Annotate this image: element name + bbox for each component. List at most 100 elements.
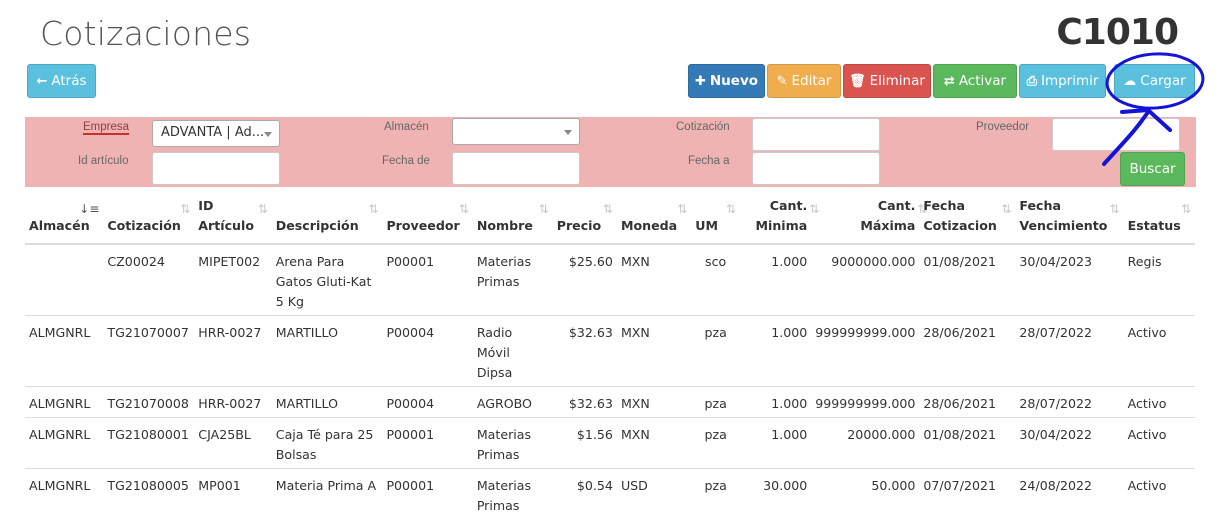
cell-estatus: Activo bbox=[1124, 469, 1195, 519]
col-proveedor[interactable]: Proveedor⇅ bbox=[382, 196, 472, 244]
sort-asc-icon: ↓≡ bbox=[79, 199, 99, 219]
cell-estatus: Activo bbox=[1124, 387, 1195, 418]
col-cotizacion[interactable]: Cotización⇅ bbox=[103, 196, 194, 244]
col-fecha-cotizacion-label-2: Cotizacion bbox=[923, 218, 996, 233]
proveedor-label: Proveedor bbox=[976, 121, 1029, 133]
table-row[interactable]: ALMGNRLTG21070008HRR-0027MARTILLOP00004A… bbox=[25, 387, 1195, 418]
cell-min: 1.000 bbox=[740, 418, 811, 469]
cell-um: pza bbox=[691, 316, 740, 387]
new-button[interactable]: ✚ Nuevo bbox=[688, 64, 765, 98]
col-moneda[interactable]: Moneda⇅ bbox=[617, 196, 691, 244]
plus-icon: ✚ bbox=[695, 74, 706, 89]
pencil-icon: ✎ bbox=[777, 74, 788, 89]
col-precio[interactable]: Precio⇅ bbox=[553, 196, 617, 244]
cloud-upload-icon: ☁ bbox=[1123, 74, 1136, 89]
cell-moneda: MXN bbox=[617, 418, 691, 469]
almacen-select[interactable] bbox=[452, 118, 580, 145]
cell-um: pza bbox=[691, 418, 740, 469]
activate-button[interactable]: ⇄ Activar bbox=[933, 64, 1017, 98]
table-row[interactable]: CZ00024MIPET002Arena Para Gatos Gluti-Ka… bbox=[25, 244, 1195, 316]
cell-estatus: Activo bbox=[1124, 316, 1195, 387]
table-row[interactable]: ALMGNRLTG21070007HRR-0027MARTILLOP00004R… bbox=[25, 316, 1195, 387]
fecha-a-input[interactable] bbox=[752, 152, 880, 185]
cell-almacen: ALMGNRL bbox=[25, 316, 103, 387]
cell-cotizacion: TG21070007 bbox=[103, 316, 194, 387]
cell-moneda: MXN bbox=[617, 387, 691, 418]
cell-precio: $32.63 bbox=[553, 387, 617, 418]
cell-precio: $25.60 bbox=[553, 244, 617, 316]
cell-um: pza bbox=[691, 469, 740, 519]
proveedor-input[interactable] bbox=[1052, 118, 1180, 151]
print-button[interactable]: ⎙ Imprimir bbox=[1019, 64, 1106, 98]
cell-proveedor: P00004 bbox=[382, 316, 472, 387]
cell-fecha-cot: 01/08/2021 bbox=[919, 418, 1015, 469]
arrow-left-icon: ← bbox=[36, 74, 47, 89]
sort-icon: ⇅ bbox=[677, 199, 687, 219]
cell-nombre: AGROBO bbox=[473, 387, 553, 418]
delete-button[interactable]: 🗑 Eliminar bbox=[843, 64, 931, 98]
col-estatus[interactable]: Estatus⇅ bbox=[1124, 196, 1195, 244]
back-button[interactable]: ← Atrás bbox=[27, 64, 96, 98]
col-cant-maxima[interactable]: Cant.Máxima⇅ bbox=[811, 196, 919, 244]
table-row[interactable]: ALMGNRLTG21080005MP001Materia Prima AP00… bbox=[25, 469, 1195, 519]
fecha-a-label: Fecha a bbox=[688, 155, 730, 167]
col-almacen-label: Almacén bbox=[29, 218, 90, 233]
col-nombre-label: Nombre bbox=[477, 218, 533, 233]
sort-icon: ⇅ bbox=[1001, 199, 1011, 219]
col-id-articulo[interactable]: IDArtículo⇅ bbox=[194, 196, 271, 244]
cell-fecha-venc: 30/04/2023 bbox=[1015, 244, 1123, 316]
col-fecha-cotizacion-label-1: Fecha bbox=[923, 198, 965, 213]
fecha-de-input[interactable] bbox=[452, 152, 580, 185]
cell-min: 1.000 bbox=[740, 244, 811, 316]
cell-descripcion: Materia Prima A bbox=[272, 469, 383, 519]
cell-fecha-venc: 28/07/2022 bbox=[1015, 387, 1123, 418]
empresa-select[interactable]: ADVANTA | Ad... bbox=[152, 120, 280, 147]
col-precio-label: Precio bbox=[557, 218, 601, 233]
col-nombre[interactable]: Nombre⇅ bbox=[473, 196, 553, 244]
document-code: C1010 bbox=[1056, 12, 1178, 53]
chevron-down-icon bbox=[564, 130, 572, 135]
col-um[interactable]: UM⇅ bbox=[691, 196, 740, 244]
cell-proveedor: P00001 bbox=[382, 418, 472, 469]
col-fecha-vencimiento-label-2: Vencimiento bbox=[1019, 218, 1107, 233]
edit-button[interactable]: ✎ Editar bbox=[767, 64, 841, 98]
col-id-articulo-label-2: Artículo bbox=[198, 218, 254, 233]
col-fecha-cotizacion[interactable]: Fecha Cotizacion ⇅ bbox=[919, 196, 1015, 244]
empresa-select-value: ADVANTA | Ad... bbox=[161, 125, 264, 140]
cell-max: 9000000.000 bbox=[811, 244, 919, 316]
cell-precio: $1.56 bbox=[553, 418, 617, 469]
table-header-row: Almacén↓≡ Cotización⇅ IDArtículo⇅ Descri… bbox=[25, 196, 1195, 244]
cell-almacen: ALMGNRL bbox=[25, 469, 103, 519]
cell-descripcion: Caja Té para 25 Bolsas bbox=[272, 418, 383, 469]
cell-moneda: MXN bbox=[617, 244, 691, 316]
cell-nombre: Materias Primas bbox=[473, 418, 553, 469]
col-descripcion[interactable]: Descripción⇅ bbox=[272, 196, 383, 244]
cell-nombre: Materias Primas bbox=[473, 469, 553, 519]
cell-min: 1.000 bbox=[740, 387, 811, 418]
table-row[interactable]: ALMGNRLTG21080001CJA25BLCaja Té para 25 … bbox=[25, 418, 1195, 469]
cell-cotizacion: TG21080005 bbox=[103, 469, 194, 519]
cell-fecha-cot: 07/07/2021 bbox=[919, 469, 1015, 519]
cell-estatus: Activo bbox=[1124, 418, 1195, 469]
cell-max: 50.000 bbox=[811, 469, 919, 519]
sort-icon: ⇅ bbox=[1110, 199, 1120, 219]
search-button[interactable]: Buscar bbox=[1120, 152, 1185, 186]
col-cant-minima[interactable]: Cant.Minima⇅ bbox=[740, 196, 811, 244]
cotizacion-input[interactable] bbox=[752, 118, 880, 151]
articulo-input[interactable] bbox=[152, 152, 280, 185]
sort-icon: ⇅ bbox=[180, 199, 190, 219]
refresh-icon: ⇄ bbox=[944, 74, 955, 89]
load-button[interactable]: ☁ Cargar bbox=[1114, 64, 1195, 98]
col-fecha-vencimiento[interactable]: FechaVencimiento⇅ bbox=[1015, 196, 1123, 244]
cell-nombre: Radio Móvil Dipsa bbox=[473, 316, 553, 387]
cell-precio: $0.54 bbox=[553, 469, 617, 519]
col-almacen[interactable]: Almacén↓≡ bbox=[25, 196, 103, 244]
cell-articulo: HRR-0027 bbox=[194, 316, 271, 387]
col-cant-maxima-label-1: Cant. bbox=[878, 198, 916, 213]
cell-cotizacion: CZ00024 bbox=[103, 244, 194, 316]
sort-icon: ⇅ bbox=[603, 199, 613, 219]
cell-nombre: Materias Primas bbox=[473, 244, 553, 316]
print-button-label: Imprimir bbox=[1041, 73, 1098, 89]
col-cotizacion-label: Cotización bbox=[107, 218, 180, 233]
cell-descripcion: MARTILLO bbox=[272, 316, 383, 387]
